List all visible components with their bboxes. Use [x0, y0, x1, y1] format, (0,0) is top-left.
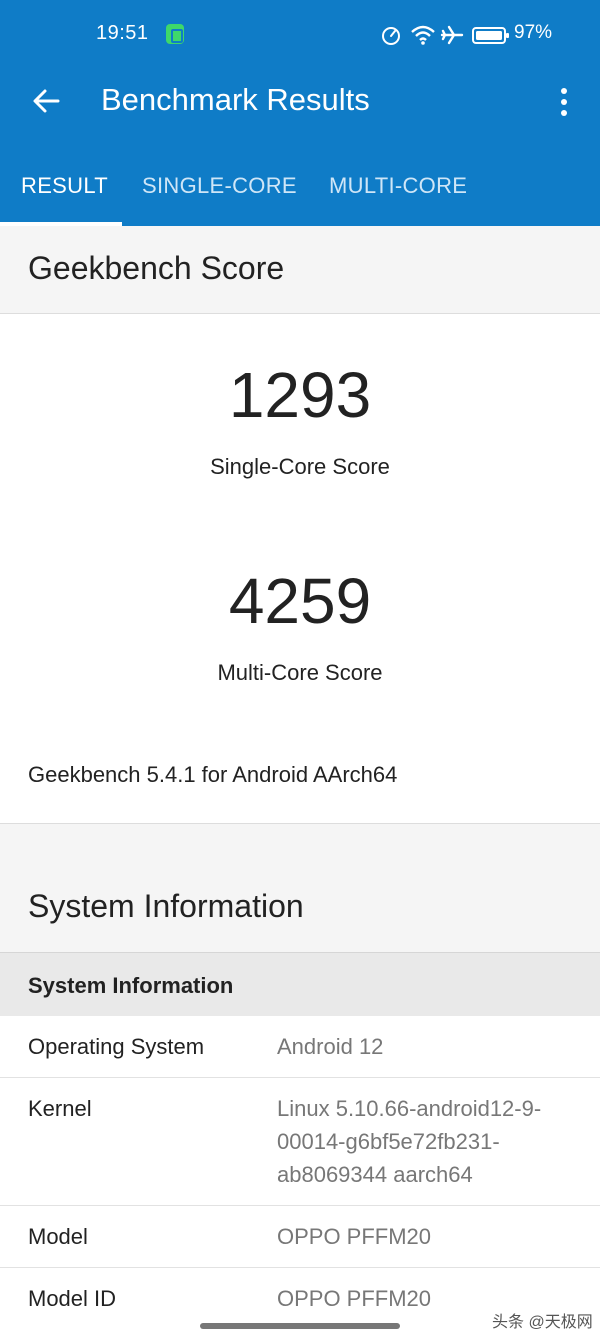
- geekbench-score-header: Geekbench Score: [0, 226, 600, 314]
- title-bar: Benchmark Results: [0, 70, 600, 134]
- tab-multi-core[interactable]: MULTI-CORE: [329, 173, 467, 199]
- wifi-icon: [411, 25, 435, 45]
- home-indicator[interactable]: [200, 1323, 400, 1329]
- system-information-header: System Information: [0, 824, 600, 952]
- app-bar: 19:51 97% Benchmark Results RESULT SINGL…: [0, 0, 600, 226]
- geekbench-version: Geekbench 5.4.1 for Android AArch64: [28, 762, 398, 787]
- battery-percentage: 97%: [514, 22, 553, 43]
- scores-card: 1293 Single-Core Score 4259 Multi-Core S…: [0, 313, 600, 729]
- page-title: Benchmark Results: [101, 82, 370, 117]
- table-row: Model OPPO PFFM20: [0, 1206, 600, 1268]
- status-bar: 19:51 97%: [0, 0, 600, 70]
- more-vertical-icon[interactable]: [552, 82, 576, 122]
- tab-bar: RESULT SINGLE-CORE MULTI-CORE: [0, 158, 600, 226]
- system-information-table-header: System Information: [0, 952, 600, 1016]
- multi-core-score-label: Multi-Core Score: [217, 660, 383, 685]
- single-core-score-value: 1293: [228, 359, 372, 431]
- watermark: 头条 @天极网: [492, 1314, 593, 1331]
- arrow-left-icon[interactable]: [30, 84, 64, 118]
- tab-single-core[interactable]: SINGLE-CORE: [142, 173, 297, 199]
- row-key-model-id: Model ID: [28, 1286, 117, 1311]
- status-time: 19:51: [96, 22, 149, 44]
- data-saver-icon: [382, 27, 400, 45]
- geekbench-score-title: Geekbench Score: [28, 250, 285, 286]
- row-value-kernel: Linux 5.10.66-android12-9-00014-g6bf5e72…: [277, 1096, 542, 1187]
- app-notification-icon: [166, 24, 184, 44]
- tab-result[interactable]: RESULT: [21, 173, 108, 199]
- version-card: Geekbench 5.4.1 for Android AArch64: [0, 728, 600, 824]
- multi-core-score-value: 4259: [228, 565, 372, 637]
- table-row: Kernel Linux 5.10.66-android12-9-00014-g…: [0, 1078, 600, 1206]
- battery-icon: [472, 27, 509, 44]
- single-core-score-label: Single-Core Score: [210, 454, 390, 479]
- row-key-model: Model: [28, 1224, 88, 1249]
- system-information-title: System Information: [28, 888, 304, 924]
- table-header-label: System Information: [28, 973, 234, 998]
- table-row: Operating System Android 12: [0, 1016, 600, 1078]
- row-value-model: OPPO PFFM20: [277, 1224, 432, 1249]
- row-key-kernel: Kernel: [28, 1096, 92, 1121]
- airplane-icon: [440, 25, 464, 45]
- row-key-operating-system: Operating System: [28, 1034, 205, 1059]
- row-value-operating-system: Android 12: [277, 1034, 384, 1059]
